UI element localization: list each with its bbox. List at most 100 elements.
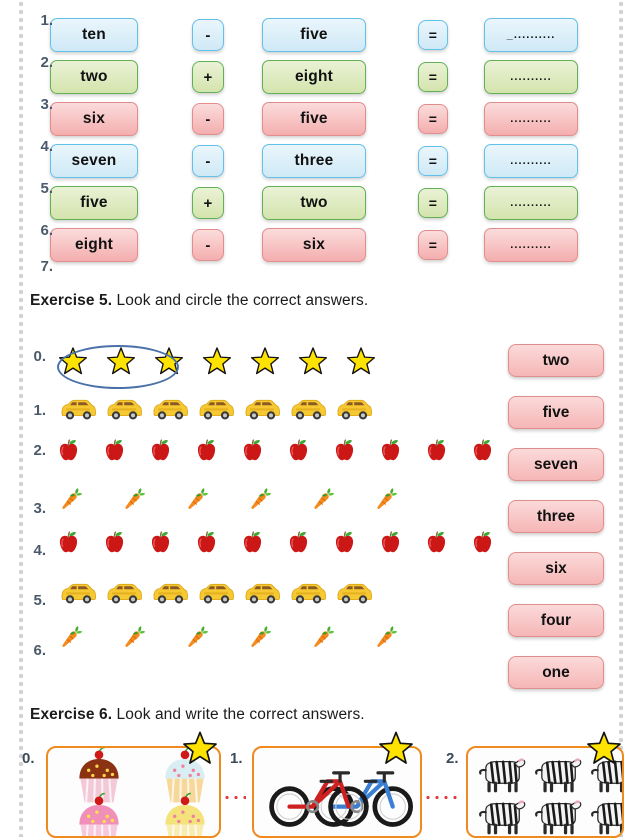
apple-icon[interactable] <box>334 438 355 467</box>
apple-icon[interactable] <box>104 530 125 559</box>
math-row-number: 4. <box>40 138 53 155</box>
math-row: seven - three =.......... <box>0 142 640 180</box>
answer-bank-option[interactable]: seven <box>508 448 604 481</box>
carrot-icon[interactable] <box>58 486 84 517</box>
car-icon[interactable] <box>196 396 236 426</box>
star-icon[interactable] <box>202 346 232 381</box>
apple-icon[interactable] <box>58 438 79 467</box>
math-word-second: six <box>262 228 366 262</box>
math-equation-grid: ten - five = _.......... 1. two + eight =........… <box>0 0 640 288</box>
zebra-icon <box>530 752 586 794</box>
apple-icon[interactable] <box>58 530 79 559</box>
exercise5-row: 4. <box>0 528 500 574</box>
carrot-icon[interactable] <box>184 486 210 517</box>
car-icon[interactable] <box>288 396 328 426</box>
answer-bank-option[interactable]: four <box>508 604 604 637</box>
star-icon <box>586 730 622 771</box>
carrot-icon[interactable] <box>310 624 336 655</box>
apple-icon[interactable] <box>104 438 125 467</box>
answer-bank-option[interactable]: one <box>508 656 604 689</box>
math-answer-blank[interactable]: .......... <box>484 186 578 220</box>
car-icon[interactable] <box>104 580 144 610</box>
zebra-icon <box>530 794 586 836</box>
star-icon[interactable] <box>298 346 328 381</box>
star-icon[interactable] <box>346 346 376 381</box>
math-row-number: 5. <box>40 180 53 197</box>
math-row-number: 3. <box>40 96 53 113</box>
math-operator: + <box>192 187 224 219</box>
carrot-icon[interactable] <box>373 624 399 655</box>
exercise6-heading: Exercise 6. Look and write the correct a… <box>30 706 365 724</box>
math-row-number: 7. <box>40 258 53 275</box>
exercise5-row-number: 5. <box>33 592 46 609</box>
exercise5-icon-group <box>58 396 374 426</box>
carrot-icon[interactable] <box>247 624 273 655</box>
carrot-icon[interactable] <box>121 624 147 655</box>
math-answer-blank[interactable]: .......... <box>484 228 578 262</box>
answer-bank-option[interactable]: three <box>508 500 604 533</box>
apple-icon[interactable] <box>334 530 355 559</box>
apple-icon[interactable] <box>242 438 263 467</box>
math-answer-blank[interactable]: .......... <box>484 102 578 136</box>
math-row: two + eight =.......... <box>0 58 640 96</box>
exercise5-row-number: 0. <box>33 348 46 365</box>
exercise5-row: 1. <box>0 390 500 436</box>
exercise5-row-number: 3. <box>33 500 46 517</box>
star-icon[interactable] <box>250 346 280 381</box>
exercise6-answer-dots[interactable] <box>426 796 460 799</box>
car-icon[interactable] <box>58 396 98 426</box>
answer-bank-option[interactable]: five <box>508 396 604 429</box>
car-icon[interactable] <box>242 396 282 426</box>
exercise5-row: 2. <box>0 436 500 482</box>
math-row: ten - five = _.......... <box>0 16 640 54</box>
math-answer-blank[interactable]: .......... <box>484 60 578 94</box>
apple-icon[interactable] <box>472 438 493 467</box>
math-operator: - <box>192 229 224 261</box>
car-icon[interactable] <box>334 580 374 610</box>
carrot-icon[interactable] <box>121 486 147 517</box>
apple-icon[interactable] <box>242 530 263 559</box>
exercise5-heading: Exercise 5. Look and circle the correct … <box>30 292 368 310</box>
exercise5-row-number: 2. <box>33 442 46 459</box>
math-word-first: seven <box>50 144 138 178</box>
apple-icon[interactable] <box>380 530 401 559</box>
carrot-icon[interactable] <box>373 486 399 517</box>
apple-icon[interactable] <box>426 438 447 467</box>
math-equals-sign: = <box>418 146 448 176</box>
math-answer-blank[interactable]: .......... <box>484 144 578 178</box>
car-icon[interactable] <box>334 396 374 426</box>
car-icon[interactable] <box>288 580 328 610</box>
carrot-icon[interactable] <box>58 624 84 655</box>
answer-bank-option[interactable]: two <box>508 344 604 377</box>
apple-icon[interactable] <box>380 438 401 467</box>
car-icon[interactable] <box>104 396 144 426</box>
exercise6-card-number: 1. <box>230 750 243 767</box>
car-icon[interactable] <box>150 580 190 610</box>
math-answer-blank[interactable]: _.......... <box>484 18 578 52</box>
zebra-icon <box>474 752 530 794</box>
car-icon[interactable] <box>242 580 282 610</box>
apple-icon[interactable] <box>288 530 309 559</box>
exercise6-card-number: 0. <box>22 750 35 767</box>
star-icon <box>378 730 414 771</box>
math-operator: + <box>192 61 224 93</box>
math-equals-sign: = <box>418 62 448 92</box>
apple-icon[interactable] <box>196 530 217 559</box>
apple-icon[interactable] <box>196 438 217 467</box>
apple-icon[interactable] <box>472 530 493 559</box>
apple-icon[interactable] <box>150 438 171 467</box>
apple-icon[interactable] <box>288 438 309 467</box>
carrot-icon[interactable] <box>184 624 210 655</box>
zebra-icon <box>586 794 622 836</box>
exercise6-heading-text: Look and write the correct answers. <box>112 706 365 723</box>
car-icon[interactable] <box>150 396 190 426</box>
exercise6-answer-dots[interactable] <box>225 796 246 799</box>
apple-icon[interactable] <box>150 530 171 559</box>
car-icon[interactable] <box>58 580 98 610</box>
math-word-second: eight <box>262 60 366 94</box>
answer-bank-option[interactable]: six <box>508 552 604 585</box>
carrot-icon[interactable] <box>310 486 336 517</box>
car-icon[interactable] <box>196 580 236 610</box>
apple-icon[interactable] <box>426 530 447 559</box>
carrot-icon[interactable] <box>247 486 273 517</box>
